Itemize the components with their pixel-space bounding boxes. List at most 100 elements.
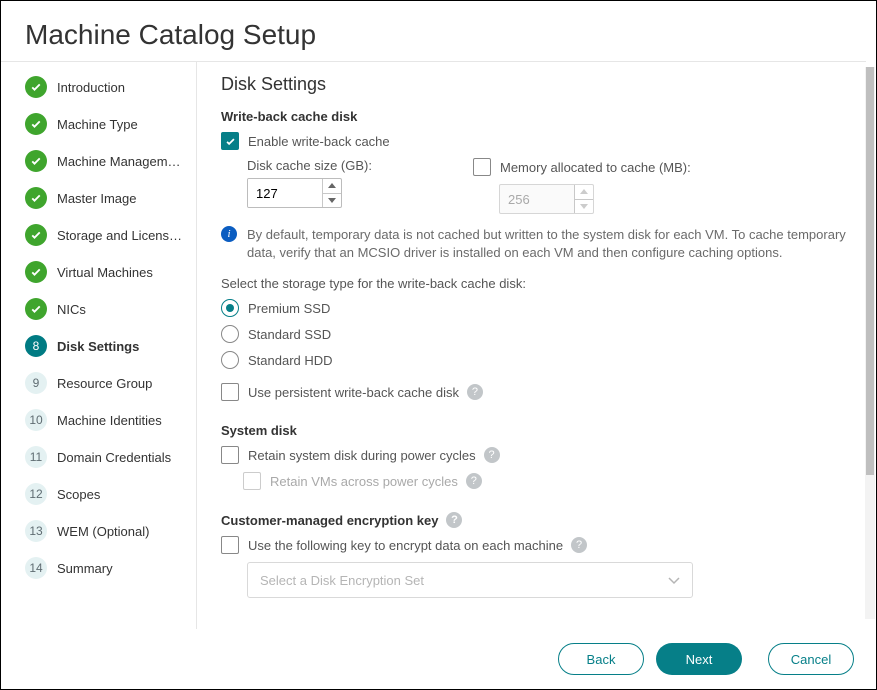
storage-type-label: Standard SSD: [248, 327, 331, 342]
chevron-down-icon: [668, 573, 680, 588]
check-icon: [25, 261, 47, 283]
retain-sysdisk-checkbox[interactable]: [221, 446, 239, 464]
step-number: 9: [25, 372, 47, 394]
step-label: Master Image: [57, 191, 136, 206]
mem-down: [575, 199, 593, 214]
retain-vms-label: Retain VMs across power cycles: [270, 474, 458, 489]
step-storage-and-licens-[interactable]: Storage and Licens…: [25, 224, 186, 246]
retain-sysdisk-row[interactable]: Retain system disk during power cycles ?: [221, 446, 858, 464]
step-label: Summary: [57, 561, 113, 576]
step-label: WEM (Optional): [57, 524, 149, 539]
next-button[interactable]: Next: [656, 643, 742, 675]
enable-wbc-checkbox[interactable]: [221, 132, 239, 150]
cancel-button[interactable]: Cancel: [768, 643, 854, 675]
step-master-image[interactable]: Master Image: [25, 187, 186, 209]
check-icon: [25, 224, 47, 246]
step-machine-managem-[interactable]: Machine Managem…: [25, 150, 186, 172]
use-key-label: Use the following key to encrypt data on…: [248, 538, 563, 553]
sysdisk-heading: System disk: [221, 423, 858, 438]
step-number: 8: [25, 335, 47, 357]
step-label: Domain Credentials: [57, 450, 171, 465]
check-icon: [25, 187, 47, 209]
step-number: 14: [25, 557, 47, 579]
step-label: NICs: [57, 302, 86, 317]
step-virtual-machines[interactable]: Virtual Machines: [25, 261, 186, 283]
enable-wbc-row[interactable]: Enable write-back cache: [221, 132, 858, 150]
info-text: By default, temporary data is not cached…: [247, 226, 858, 262]
storage-type-radio[interactable]: [221, 351, 239, 369]
disk-size-input[interactable]: [248, 179, 322, 207]
step-label: Virtual Machines: [57, 265, 153, 280]
help-icon[interactable]: ?: [571, 537, 587, 553]
check-icon: [25, 113, 47, 135]
storage-type-standard-hdd[interactable]: Standard HDD: [221, 351, 858, 369]
cmek-heading-row: Customer-managed encryption key ?: [221, 512, 858, 528]
storage-type-radio[interactable]: [221, 325, 239, 343]
info-icon: i: [221, 226, 237, 242]
storage-type-label: Select the storage type for the write-ba…: [221, 276, 858, 291]
storage-type-standard-ssd[interactable]: Standard SSD: [221, 325, 858, 343]
check-icon: [25, 76, 47, 98]
help-icon[interactable]: ?: [466, 473, 482, 489]
disk-size-spinner[interactable]: [247, 178, 342, 208]
storage-type-premium-ssd[interactable]: Premium SSD: [221, 299, 858, 317]
step-introduction[interactable]: Introduction: [25, 76, 186, 98]
step-machine-type[interactable]: Machine Type: [25, 113, 186, 135]
disk-size-down[interactable]: [323, 193, 341, 208]
step-label: Resource Group: [57, 376, 152, 391]
mem-input: [500, 185, 574, 213]
mem-up: [575, 185, 593, 199]
persistent-wbc-label: Use persistent write-back cache disk: [248, 385, 459, 400]
step-label: Introduction: [57, 80, 125, 95]
disk-size-label: Disk cache size (GB):: [247, 158, 447, 173]
step-machine-identities[interactable]: 10Machine Identities: [25, 409, 186, 431]
step-label: Scopes: [57, 487, 100, 502]
persistent-wbc-row[interactable]: Use persistent write-back cache disk ?: [221, 383, 858, 401]
step-label: Machine Type: [57, 117, 138, 132]
step-number: 13: [25, 520, 47, 542]
step-resource-group[interactable]: 9 Resource Group: [25, 372, 186, 394]
step-label: Machine Identities: [57, 413, 162, 428]
check-icon: [25, 298, 47, 320]
wizard-sidebar: Introduction Machine Type Machine Managem……: [1, 62, 197, 629]
step-number: 12: [25, 483, 47, 505]
use-key-row[interactable]: Use the following key to encrypt data on…: [221, 536, 858, 554]
retain-sysdisk-label: Retain system disk during power cycles: [248, 448, 476, 463]
step-label: Disk Settings: [57, 339, 139, 354]
wizard-content: Disk Settings Write-back cache disk Enab…: [197, 62, 876, 629]
page-heading: Disk Settings: [221, 74, 858, 95]
retain-vms-checkbox: [243, 472, 261, 490]
help-icon[interactable]: ?: [446, 512, 462, 528]
check-icon: [25, 150, 47, 172]
step-number: 11: [25, 446, 47, 468]
disk-size-up[interactable]: [323, 179, 341, 193]
help-icon[interactable]: ?: [467, 384, 483, 400]
step-scopes[interactable]: 12 Scopes: [25, 483, 186, 505]
step-wem-optional-[interactable]: 13 WEM (Optional): [25, 520, 186, 542]
encryption-set-placeholder: Select a Disk Encryption Set: [260, 573, 424, 588]
mem-checkbox[interactable]: [473, 158, 491, 176]
wizard-title: Machine Catalog Setup: [25, 19, 876, 51]
wbc-heading: Write-back cache disk: [221, 109, 858, 124]
wizard-footer: Back Next Cancel: [1, 629, 876, 689]
help-icon[interactable]: ?: [484, 447, 500, 463]
retain-vms-row: Retain VMs across power cycles ?: [243, 472, 858, 490]
step-label: Storage and Licens…: [57, 228, 182, 243]
scrollbar-thumb[interactable]: [866, 67, 874, 475]
storage-type-label: Standard HDD: [248, 353, 333, 368]
encryption-set-select: Select a Disk Encryption Set: [247, 562, 693, 598]
step-domain-credentials[interactable]: 11 Domain Credentials: [25, 446, 186, 468]
storage-type-label: Premium SSD: [248, 301, 330, 316]
use-key-checkbox[interactable]: [221, 536, 239, 554]
scrollbar[interactable]: [865, 67, 875, 619]
step-label: Machine Managem…: [57, 154, 181, 169]
mem-label: Memory allocated to cache (MB):: [500, 160, 691, 175]
enable-wbc-label: Enable write-back cache: [248, 134, 390, 149]
cmek-heading: Customer-managed encryption key: [221, 513, 438, 528]
step-disk-settings[interactable]: 8 Disk Settings: [25, 335, 186, 357]
storage-type-radio[interactable]: [221, 299, 239, 317]
back-button[interactable]: Back: [558, 643, 644, 675]
persistent-wbc-checkbox[interactable]: [221, 383, 239, 401]
step-summary[interactable]: 14 Summary: [25, 557, 186, 579]
step-nics[interactable]: NICs: [25, 298, 186, 320]
